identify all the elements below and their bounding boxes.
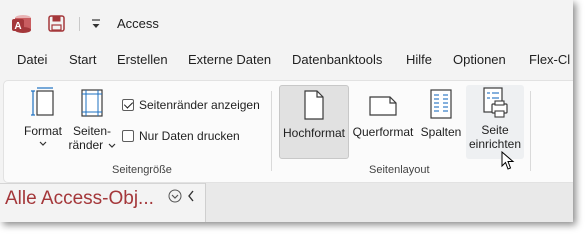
collapse-pane-icon[interactable] <box>186 189 196 203</box>
workspace-area <box>205 183 573 222</box>
margins-label-2: ränder <box>68 138 104 152</box>
page-setup-icon <box>483 87 508 118</box>
title-bar: A Access <box>0 0 573 50</box>
portrait-button[interactable]: Hochformat <box>279 85 349 159</box>
landscape-label: Querformat <box>352 125 414 139</box>
save-icon[interactable] <box>48 15 65 32</box>
format-button[interactable]: Format <box>16 87 70 155</box>
ribbon-tabs: Datei Start Erstellen Externe Daten Date… <box>0 52 573 78</box>
chevron-down-icon <box>108 143 115 148</box>
tab-start[interactable]: Start <box>69 52 96 67</box>
chevron-down-icon <box>39 141 47 146</box>
group-separator <box>271 91 272 171</box>
mouse-cursor-icon <box>501 151 515 170</box>
group-separator <box>530 91 531 171</box>
tab-datei[interactable]: Datei <box>17 52 47 67</box>
page-setup-label-1: Seite <box>481 123 509 137</box>
nav-pane-dropdown-icon[interactable] <box>168 189 182 203</box>
tab-hilfe[interactable]: Hilfe <box>406 52 432 67</box>
data-only-checkbox[interactable]: Nur Daten drucken <box>122 129 240 143</box>
tab-flex-cl[interactable]: Flex-Cl <box>529 52 570 67</box>
margins-label-1: Seiten- <box>72 124 112 138</box>
tab-optionen[interactable]: Optionen <box>453 52 506 67</box>
portrait-page-icon <box>304 90 324 120</box>
page-setup-label-2: einrichten <box>468 137 522 151</box>
portrait-label: Hochformat <box>282 126 346 140</box>
window-title: Access <box>117 16 159 31</box>
checkbox-unchecked-icon <box>122 130 134 142</box>
access-app-icon: A <box>12 15 31 33</box>
page-format-icon <box>31 87 54 116</box>
columns-button[interactable]: Spalten <box>416 85 466 159</box>
tab-externe-daten[interactable]: Externe Daten <box>188 52 271 67</box>
access-window: A Access Datei Start Erstellen Externe D… <box>0 0 573 222</box>
svg-text:A: A <box>14 21 21 32</box>
tab-datenbanktools[interactable]: Datenbanktools <box>292 52 382 67</box>
group-label-page-layout: Seitenlayout <box>369 164 430 176</box>
landscape-button[interactable]: Querformat <box>351 85 415 159</box>
show-margins-label: Seitenränder anzeigen <box>139 98 260 112</box>
qat-separator <box>79 17 80 31</box>
checkbox-checked-icon <box>122 99 134 111</box>
margins-button[interactable]: Seiten- ränder <box>68 87 116 155</box>
landscape-page-icon <box>369 96 397 116</box>
navigation-pane-header[interactable]: Alle Access-Obj... <box>0 185 205 222</box>
customize-qat-icon[interactable] <box>90 17 102 31</box>
group-label-page-size: Seitengröße <box>112 164 172 176</box>
data-only-label: Nur Daten drucken <box>139 129 240 143</box>
format-label: Format <box>23 124 62 138</box>
ribbon-panel: Format Seiten- ränder Seitenränder anzei… <box>3 80 573 183</box>
columns-icon <box>430 89 452 119</box>
columns-label: Spalten <box>420 125 462 139</box>
tab-erstellen[interactable]: Erstellen <box>117 52 168 67</box>
page-setup-button[interactable]: Seite einrichten <box>466 85 524 159</box>
show-margins-checkbox[interactable]: Seitenränder anzeigen <box>122 98 260 112</box>
nav-pane-title: Alle Access-Obj... <box>5 188 154 209</box>
page-margins-icon <box>81 89 103 117</box>
